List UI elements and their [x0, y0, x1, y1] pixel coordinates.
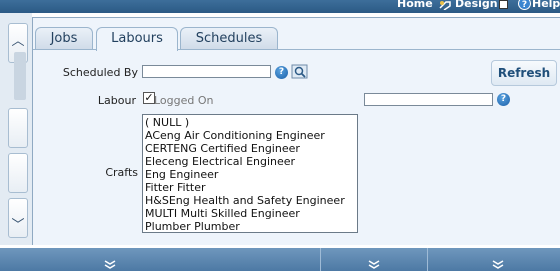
list-item[interactable]: Plumber Plumber [145, 220, 240, 232]
design-checkbox[interactable] [499, 0, 508, 9]
chevron-up-icon[interactable]: ︿ [8, 35, 28, 49]
expand-icon[interactable] [368, 260, 380, 272]
sidebar-scrollbar[interactable] [14, 52, 26, 100]
scheduled-by-help-icon[interactable]: ? [275, 66, 288, 79]
divider [427, 248, 428, 271]
list-item[interactable]: Fitter Fitter [145, 181, 206, 194]
crafts-listbox[interactable]: ( NULL ) ACeng Air Conditioning Engineer… [142, 114, 358, 233]
expand-icon[interactable] [492, 260, 504, 272]
list-item[interactable]: MULTI Multi Skilled Engineer [145, 207, 300, 220]
sidebar-button[interactable] [8, 108, 28, 148]
lookup-icon[interactable] [291, 64, 308, 79]
list-item[interactable]: ( NULL ) [145, 116, 189, 129]
tab-schedules[interactable]: Schedules [180, 27, 278, 50]
list-item[interactable]: Eng Engineer [145, 168, 218, 181]
labour-input[interactable] [364, 93, 493, 106]
list-item[interactable]: ACeng Air Conditioning Engineer [145, 129, 325, 142]
bottom-bar [0, 248, 560, 271]
help-icon[interactable]: ? [518, 0, 531, 10]
home-link[interactable]: Home [397, 0, 433, 10]
tab-labours[interactable]: Labours [96, 27, 178, 51]
sidebar-button[interactable] [8, 153, 28, 193]
list-item[interactable]: CERTENG Certified Engineer [145, 142, 300, 155]
expand-icon[interactable] [104, 260, 116, 272]
refresh-button[interactable]: Refresh [491, 60, 557, 86]
labour-label: Labour [97, 94, 136, 107]
svg-text:?: ? [522, 0, 527, 10]
chevron-down-icon[interactable]: ﹀ [8, 219, 28, 233]
scheduled-by-label: Scheduled By [62, 66, 138, 79]
design-link[interactable]: Design [455, 0, 498, 10]
tab-jobs[interactable]: Jobs [35, 27, 93, 50]
list-item[interactable]: H&SEng Health and Safety Engineer [145, 194, 345, 207]
list-item[interactable]: Eleceng Electrical Engineer [145, 155, 295, 168]
help-link[interactable]: Help [532, 0, 560, 10]
divider [320, 248, 321, 271]
labour-help-icon[interactable]: ? [497, 93, 510, 106]
logged-on-label: Logged On [154, 94, 214, 107]
crafts-label: Crafts [105, 166, 138, 179]
design-icon[interactable] [438, 0, 452, 11]
scheduled-by-input[interactable] [142, 65, 271, 78]
